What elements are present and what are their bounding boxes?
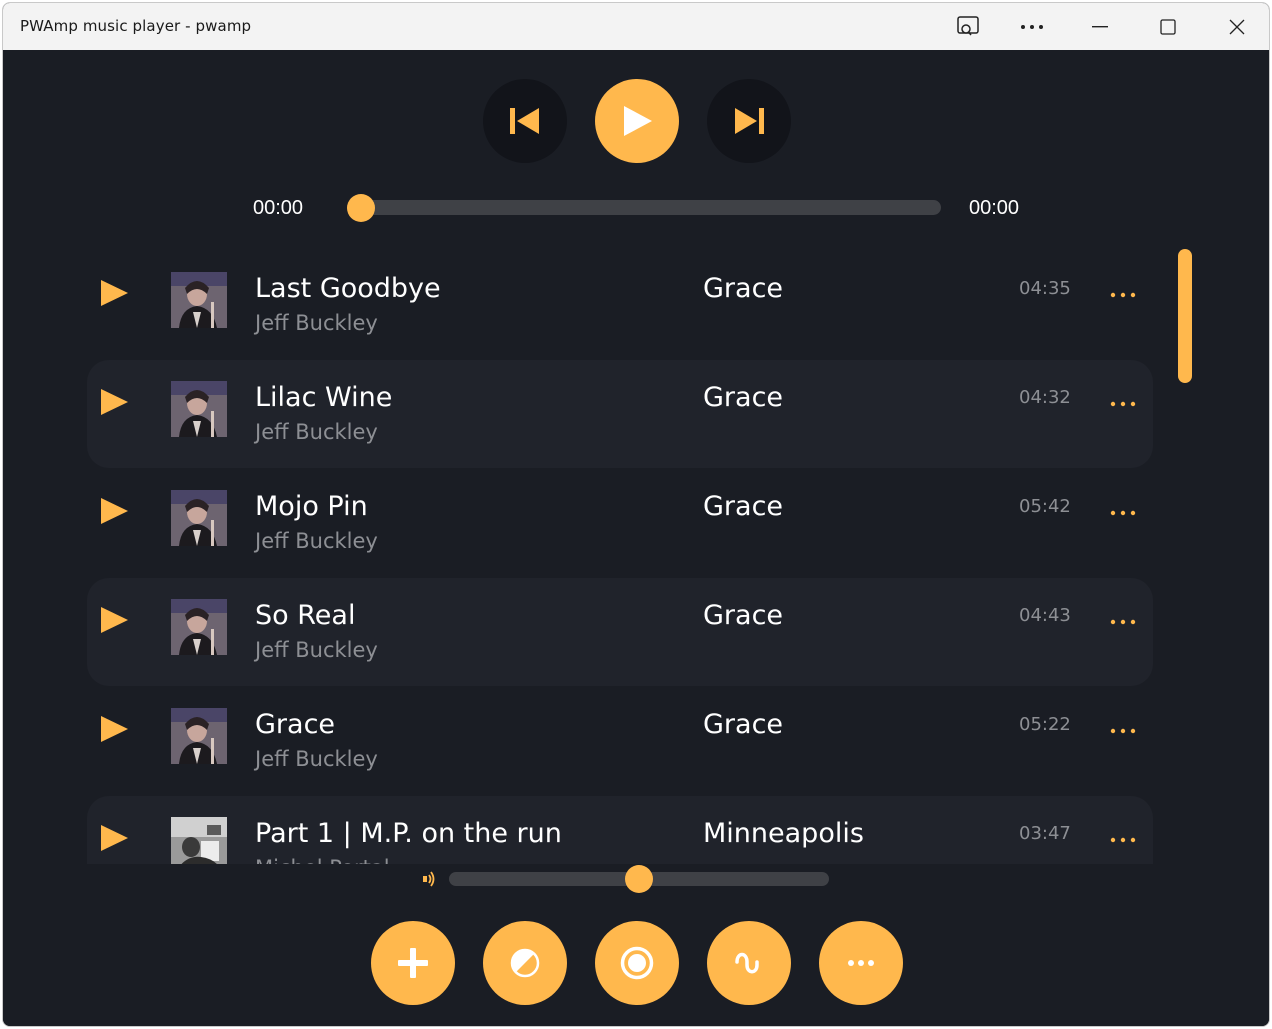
track-title: Mojo Pin [255, 491, 368, 522]
play-track-button[interactable] [99, 824, 129, 856]
track-more-button[interactable] [1107, 392, 1139, 408]
total-time: 00:00 [969, 197, 1020, 219]
list-item[interactable]: Grace Jeff Buckley Grace 05:22 [87, 687, 1153, 795]
record-icon [620, 946, 654, 980]
more-icon [1110, 401, 1136, 407]
play-icon [101, 825, 128, 851]
more-icon [1110, 292, 1136, 298]
list-item[interactable]: Mojo Pin Jeff Buckley Grace 05:42 [87, 469, 1153, 577]
track-artist: Jeff Buckley [255, 420, 378, 444]
playlist: Last Goodbye Jeff Buckley Grace 04:35 Li… [87, 251, 1153, 864]
track-album: Grace [703, 709, 784, 740]
track-more-button[interactable] [1107, 501, 1139, 517]
track-more-button[interactable] [1107, 610, 1139, 626]
track-more-button[interactable] [1107, 283, 1139, 299]
volume-thumb[interactable] [625, 865, 653, 893]
previous-icon [510, 108, 539, 134]
play-icon [624, 106, 652, 136]
maximize-button[interactable] [1145, 3, 1191, 50]
play-icon [101, 389, 128, 415]
track-duration: 04:43 [1019, 605, 1071, 626]
track-duration: 03:47 [1019, 823, 1071, 844]
album-art [171, 708, 227, 764]
track-title: Part 1 | M.P. on the run [255, 818, 562, 849]
close-button[interactable] [1214, 3, 1260, 50]
player-app: 00:00 00:00 Last Goodbye Jeff Buckley Gr… [3, 50, 1269, 1026]
list-item[interactable]: Last Goodbye Jeff Buckley Grace 04:35 [87, 251, 1153, 359]
track-album: Minneapolis [703, 818, 864, 849]
more-icon [1110, 837, 1136, 843]
more-icon [1110, 619, 1136, 625]
minimize-icon [1092, 25, 1108, 27]
more-icon [848, 960, 874, 966]
track-artist: Jeff Buckley [255, 638, 378, 662]
seek-track[interactable] [347, 200, 941, 215]
app-window: PWAmp music player - pwamp 00:00 00:00 L… [2, 2, 1270, 1027]
play-icon [101, 607, 128, 633]
play-button[interactable] [595, 79, 679, 163]
more-icon [1021, 24, 1043, 29]
cast-icon [957, 15, 979, 35]
track-more-button[interactable] [1107, 719, 1139, 735]
track-artist: Jeff Buckley [255, 747, 378, 771]
album-art [171, 599, 227, 655]
previous-button[interactable] [483, 79, 567, 163]
track-artist: Michel Portal [255, 856, 390, 864]
track-artist: Jeff Buckley [255, 311, 378, 335]
visualizer-button[interactable] [707, 921, 791, 1005]
list-item[interactable]: Part 1 | M.P. on the run Michel Portal M… [87, 796, 1153, 864]
play-track-button[interactable] [99, 388, 129, 420]
track-album: Grace [703, 273, 784, 304]
add-icon [398, 948, 428, 978]
minimize-button[interactable] [1077, 3, 1123, 50]
window-title: PWAmp music player - pwamp [20, 17, 252, 35]
track-title: Grace [255, 709, 336, 740]
track-duration: 04:35 [1019, 278, 1071, 299]
next-button[interactable] [707, 79, 791, 163]
settings-more-button[interactable] [1009, 3, 1055, 50]
play-track-button[interactable] [99, 715, 129, 747]
more-actions-button[interactable] [819, 921, 903, 1005]
seek-thumb[interactable] [347, 194, 375, 222]
play-icon [101, 280, 128, 306]
album-art [171, 272, 227, 328]
track-duration: 05:42 [1019, 496, 1071, 517]
visualizer-icon [735, 952, 759, 974]
track-title: Lilac Wine [255, 382, 393, 413]
record-button[interactable] [595, 921, 679, 1005]
track-album: Grace [703, 491, 784, 522]
theme-icon [510, 948, 540, 978]
more-icon [1110, 728, 1136, 734]
track-more-button[interactable] [1107, 828, 1139, 844]
track-album: Grace [703, 382, 784, 413]
more-icon [1110, 510, 1136, 516]
elapsed-time: 00:00 [253, 197, 304, 219]
play-track-button[interactable] [99, 279, 129, 311]
list-item[interactable]: Lilac Wine Jeff Buckley Grace 04:32 [87, 360, 1153, 468]
track-title: So Real [255, 600, 356, 631]
volume-icon[interactable] [421, 868, 439, 894]
track-album: Grace [703, 600, 784, 631]
track-duration: 04:32 [1019, 387, 1071, 408]
maximize-icon [1160, 18, 1176, 35]
close-icon [1229, 19, 1245, 34]
theme-button[interactable] [483, 921, 567, 1005]
track-duration: 05:22 [1019, 714, 1071, 735]
next-icon [735, 108, 764, 134]
add-button[interactable] [371, 921, 455, 1005]
cast-button[interactable] [945, 3, 991, 50]
track-title: Last Goodbye [255, 273, 441, 304]
track-artist: Jeff Buckley [255, 529, 378, 553]
play-track-button[interactable] [99, 497, 129, 529]
play-icon [101, 716, 128, 742]
title-bar: PWAmp music player - pwamp [3, 3, 1269, 50]
album-art [171, 817, 227, 864]
album-art [171, 490, 227, 546]
list-item[interactable]: So Real Jeff Buckley Grace 04:43 [87, 578, 1153, 686]
playlist-scrollbar[interactable] [1178, 249, 1192, 383]
album-art [171, 381, 227, 437]
play-track-button[interactable] [99, 606, 129, 638]
play-icon [101, 498, 128, 524]
